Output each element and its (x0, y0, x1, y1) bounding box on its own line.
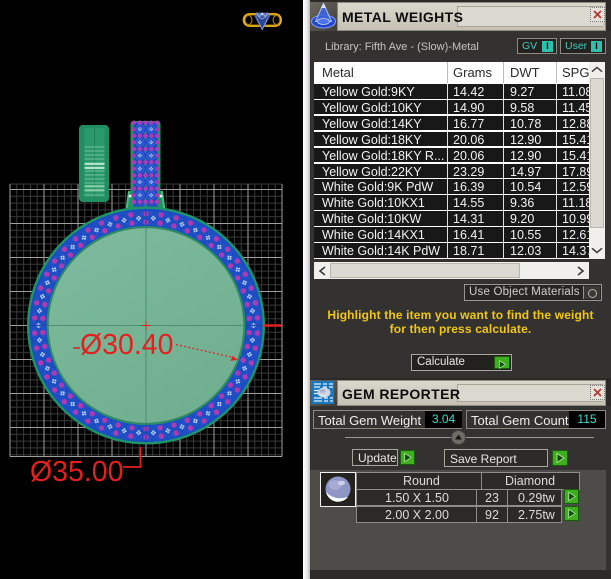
svg-text:Ø30.40: Ø30.40 (80, 329, 174, 361)
svg-text:Ø35.00: Ø35.00 (30, 456, 124, 488)
